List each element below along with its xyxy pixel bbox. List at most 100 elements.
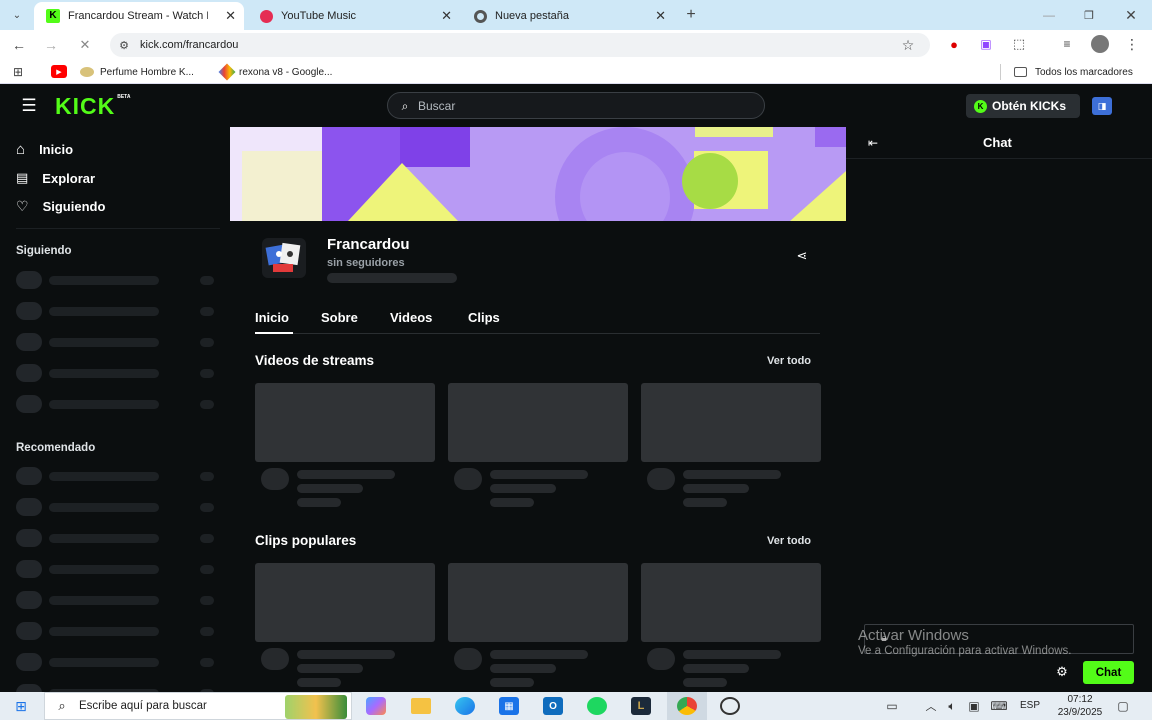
sidebar-item-inicio[interactable]: ⌂ Inicio [16, 139, 73, 159]
skeleton-count [200, 369, 214, 378]
bookmark-label: Perfume Hombre K... [100, 66, 194, 78]
tab-label: Francardou Stream - Watch Live [68, 10, 208, 22]
channel-name: Francardou [327, 236, 410, 253]
user-avatar[interactable]: ◨ [1092, 97, 1112, 115]
copilot-icon[interactable] [366, 697, 386, 715]
clock-app-icon[interactable] [720, 697, 740, 715]
tab-sobre[interactable]: Sobre [321, 310, 358, 325]
bookmark-rexona[interactable]: rexona v8 - Google... [218, 63, 332, 81]
search-placeholder: Buscar [418, 98, 456, 113]
sidebar-item-explorar[interactable]: ▤ Explorar [16, 168, 95, 188]
skeleton-count [200, 627, 214, 636]
edge-icon[interactable] [455, 697, 475, 715]
search-input[interactable]: ⌕ Buscar [387, 92, 765, 119]
window-close-icon[interactable]: ✕ [1122, 6, 1140, 24]
apps-grid-icon[interactable]: ⊞ [10, 64, 26, 80]
sidebar-item-siguiendo[interactable]: ♡ Siguiendo [16, 196, 105, 216]
language-indicator[interactable]: ESP [1020, 700, 1040, 711]
close-icon[interactable]: ✕ [655, 8, 666, 24]
address-bar[interactable]: ⚙ kick.com/francardou ☆ [110, 33, 930, 57]
sidebar-divider [16, 228, 220, 229]
bookmarks-bar: ⊞ ▶ Perfume Hombre K... rexona v8 - Goog… [0, 60, 1152, 84]
skeleton-avatar [16, 529, 42, 547]
chevron-up-icon[interactable]: ︿ [924, 698, 938, 714]
skeleton-line [49, 369, 159, 378]
twitch-extension-icon[interactable]: ▣ [978, 36, 994, 52]
stop-icon[interactable]: ✕ [76, 36, 94, 54]
share-icon[interactable]: ⋖ [794, 248, 810, 264]
restore-icon[interactable]: ❐ [1080, 6, 1098, 24]
tab-youtube-music[interactable]: YouTube Music ✕ [248, 2, 460, 30]
skeleton-line [49, 534, 159, 543]
tab-new-tab[interactable]: Nueva pestaña ✕ [462, 2, 674, 30]
league-of-legends-icon[interactable]: L [631, 697, 651, 715]
video-thumbnail-skeleton [448, 383, 628, 462]
tab-francardou[interactable]: K Francardou Stream - Watch Live ✕ [34, 2, 244, 30]
youtube-bookmark-icon[interactable]: ▶ [51, 65, 67, 78]
media-control-icon[interactable]: ≡ [1059, 36, 1075, 52]
file-explorer-icon[interactable] [411, 698, 431, 714]
extensions-icon[interactable]: ⬚ [1011, 36, 1027, 52]
tab-clips[interactable]: Clips [468, 310, 500, 325]
skeleton-line [49, 565, 159, 574]
chat-send-button[interactable]: Chat [1083, 661, 1134, 684]
search-highlight-toucan-icon [285, 695, 347, 719]
taskbar-search-input[interactable]: ⌕ Escribe aquí para buscar [44, 692, 352, 720]
close-icon[interactable]: ✕ [225, 8, 236, 24]
skeleton-line [49, 400, 159, 409]
opera-extension-icon[interactable]: ● [946, 36, 962, 52]
tab-videos[interactable]: Videos [390, 310, 432, 325]
microsoft-store-icon[interactable]: ▦ [499, 697, 519, 715]
skeleton-line [297, 470, 395, 479]
chat-settings-gear-icon[interactable]: ⚙ [1054, 664, 1070, 680]
hamburger-menu-icon[interactable]: ☰ [20, 96, 38, 115]
skeleton-line [490, 484, 556, 493]
skeleton-line [297, 484, 363, 493]
bookmark-perfume[interactable]: Perfume Hombre K... [80, 64, 194, 80]
sidebar-item-label: Explorar [42, 170, 96, 186]
clock-time[interactable]: 07:12 [1050, 694, 1110, 705]
windows-watermark-subtitle: Ve a Configuración para activar Windows. [858, 645, 1072, 657]
taskbar-search-placeholder: Escribe aquí para buscar [79, 700, 207, 712]
new-tab-icon[interactable]: + [682, 6, 700, 24]
windows-start-icon[interactable]: ⊞ [12, 698, 30, 714]
spotify-icon[interactable] [587, 697, 607, 715]
bookmark-favicon-icon [80, 67, 94, 77]
collapse-chat-icon[interactable]: ⇤ [866, 136, 880, 150]
network-icon[interactable]: ▣ [966, 698, 982, 714]
keyboard-icon[interactable]: ⌨ [988, 698, 1010, 714]
skeleton-count [200, 658, 214, 667]
skeleton-avatar [16, 271, 42, 289]
kick-logo[interactable]: KICK BETA [55, 94, 130, 118]
tab-search-icon[interactable]: ⌄ [8, 7, 26, 23]
forward-icon[interactable]: → [42, 36, 60, 54]
all-bookmarks[interactable]: Todos los marcadores [1014, 64, 1133, 80]
video-thumbnail-skeleton [255, 563, 435, 642]
minimize-icon[interactable]: — [1040, 6, 1058, 24]
back-icon[interactable]: ← [10, 36, 28, 54]
chrome-taskbar-active[interactable] [667, 692, 707, 720]
clock-date[interactable]: 23/9/2025 [1050, 707, 1110, 718]
get-kicks-button[interactable]: K Obtén KICKs [966, 94, 1080, 118]
heart-icon: ♡ [16, 197, 29, 214]
search-icon: ⌕ [401, 98, 409, 113]
streams-section-title: Videos de streams [255, 353, 375, 368]
close-icon[interactable]: ✕ [441, 8, 452, 24]
tab-inicio[interactable]: Inicio [255, 310, 289, 325]
chat-header-divider [846, 158, 1152, 159]
menu-icon[interactable]: ⋮ [1124, 36, 1140, 52]
volume-icon[interactable]: 🔈︎ [944, 698, 960, 714]
channel-avatar[interactable] [262, 238, 306, 278]
bookmarks-divider [1000, 64, 1001, 80]
search-icon: ⌕ [58, 698, 66, 713]
home-icon: ⌂ [16, 140, 26, 158]
tablet-mode-icon[interactable]: ▭ [882, 698, 902, 714]
outlook-icon[interactable]: O [543, 697, 563, 715]
channel-info-skeleton [327, 273, 457, 283]
clips-see-all-link[interactable]: Ver todo [767, 535, 811, 547]
site-info-icon[interactable]: ⚙ [116, 37, 132, 53]
star-icon[interactable]: ☆ [900, 37, 916, 53]
streams-see-all-link[interactable]: Ver todo [767, 355, 811, 367]
profile-avatar[interactable] [1091, 35, 1109, 53]
notifications-icon[interactable]: ▢ [1114, 698, 1132, 714]
